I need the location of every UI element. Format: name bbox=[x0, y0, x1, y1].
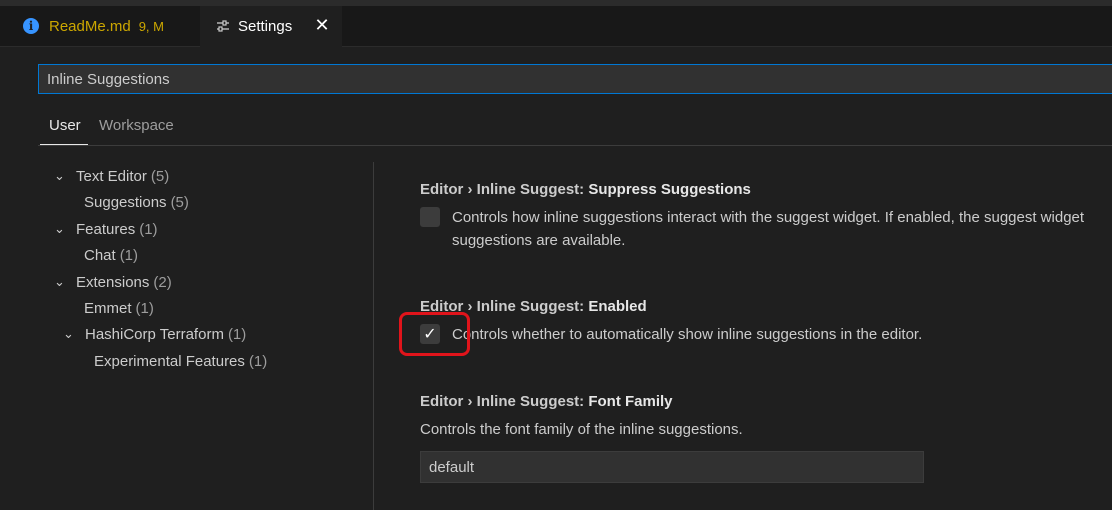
toc-item-extensions[interactable]: ⌄ Extensions (2) bbox=[54, 269, 172, 295]
toc-label: Experimental Features bbox=[94, 352, 245, 370]
setting-name: Enabled bbox=[588, 298, 647, 315]
toc-item-text-editor[interactable]: ⌄ Text Editor (5) bbox=[54, 163, 169, 189]
setting-title-suppress-suggestions: Editor › Inline Suggest: Suppress Sugges… bbox=[420, 181, 751, 198]
toc-count: (1) bbox=[227, 325, 247, 343]
editor-tab-bar: i ReadMe.md 9, M Settings ✕ bbox=[0, 6, 1112, 47]
toc-item-features[interactable]: ⌄ Features (1) bbox=[54, 216, 158, 242]
font-family-input[interactable] bbox=[420, 451, 924, 483]
toc-label: Features bbox=[76, 220, 136, 238]
toc-count: (1) bbox=[119, 246, 139, 264]
toc-count: (1) bbox=[135, 299, 154, 317]
toc-label: Suggestions bbox=[84, 193, 167, 211]
toc-label: Extensions bbox=[76, 273, 150, 291]
toc-item-hashicorp-terraform[interactable]: ⌄ HashiCorp Terraform (1) bbox=[63, 321, 246, 347]
setting-category: Editor › Inline Suggest: bbox=[420, 393, 589, 410]
toc-divider bbox=[373, 162, 374, 510]
toc-label: Chat bbox=[84, 246, 116, 264]
chevron-down-icon: ⌄ bbox=[63, 326, 74, 341]
suppress-suggestions-checkbox[interactable] bbox=[420, 207, 440, 227]
setting-description: Controls the font family of the inline s… bbox=[420, 421, 743, 438]
info-icon: i bbox=[23, 18, 39, 34]
close-icon[interactable]: ✕ bbox=[312, 14, 332, 36]
chevron-down-icon: ⌄ bbox=[54, 221, 65, 236]
chevron-down-icon: ⌄ bbox=[54, 168, 65, 183]
scope-tab-user[interactable]: User bbox=[49, 117, 81, 134]
setting-name: Font Family bbox=[588, 393, 673, 410]
tab-settings-label: Settings bbox=[238, 18, 293, 35]
scope-divider bbox=[38, 145, 1112, 146]
setting-category: Editor › Inline Suggest: bbox=[420, 181, 589, 198]
settings-search-input[interactable] bbox=[38, 64, 1112, 94]
toc-label: HashiCorp Terraform bbox=[85, 325, 224, 343]
chevron-down-icon: ⌄ bbox=[54, 274, 65, 289]
toc-count: (5) bbox=[150, 167, 170, 185]
tab-readme[interactable]: i ReadMe.md 9, M bbox=[10, 6, 198, 46]
toc-item-emmet[interactable]: Emmet (1) bbox=[84, 295, 154, 321]
toc-label: Emmet bbox=[84, 299, 132, 317]
toc-item-suggestions[interactable]: Suggestions (5) bbox=[84, 189, 189, 215]
toc-item-experimental-features[interactable]: Experimental Features (1) bbox=[94, 348, 267, 374]
toc-label: Text Editor bbox=[76, 167, 147, 185]
setting-description-continued: suggestions are available. bbox=[452, 232, 626, 249]
setting-title-font-family: Editor › Inline Suggest: Font Family bbox=[420, 393, 673, 410]
toc-count: (1) bbox=[139, 220, 158, 238]
toc-count: (5) bbox=[170, 193, 189, 211]
setting-description: Controls how inline suggestions interact… bbox=[452, 209, 1085, 226]
tab-readme-badge: 9, M bbox=[138, 18, 164, 34]
scope-tab-workspace[interactable]: Workspace bbox=[99, 117, 174, 134]
setting-description: Controls whether to automatically show i… bbox=[452, 326, 923, 343]
toc-item-chat[interactable]: Chat (1) bbox=[84, 242, 138, 268]
highlight-annotation bbox=[399, 312, 470, 356]
settings-icon bbox=[216, 19, 230, 35]
setting-name: Suppress Suggestions bbox=[588, 181, 751, 198]
tab-readme-label: ReadMe.md bbox=[49, 17, 131, 35]
tab-settings[interactable]: Settings ✕ bbox=[200, 6, 342, 47]
toc-count: (2) bbox=[153, 273, 172, 291]
toc-count: (1) bbox=[248, 352, 268, 370]
